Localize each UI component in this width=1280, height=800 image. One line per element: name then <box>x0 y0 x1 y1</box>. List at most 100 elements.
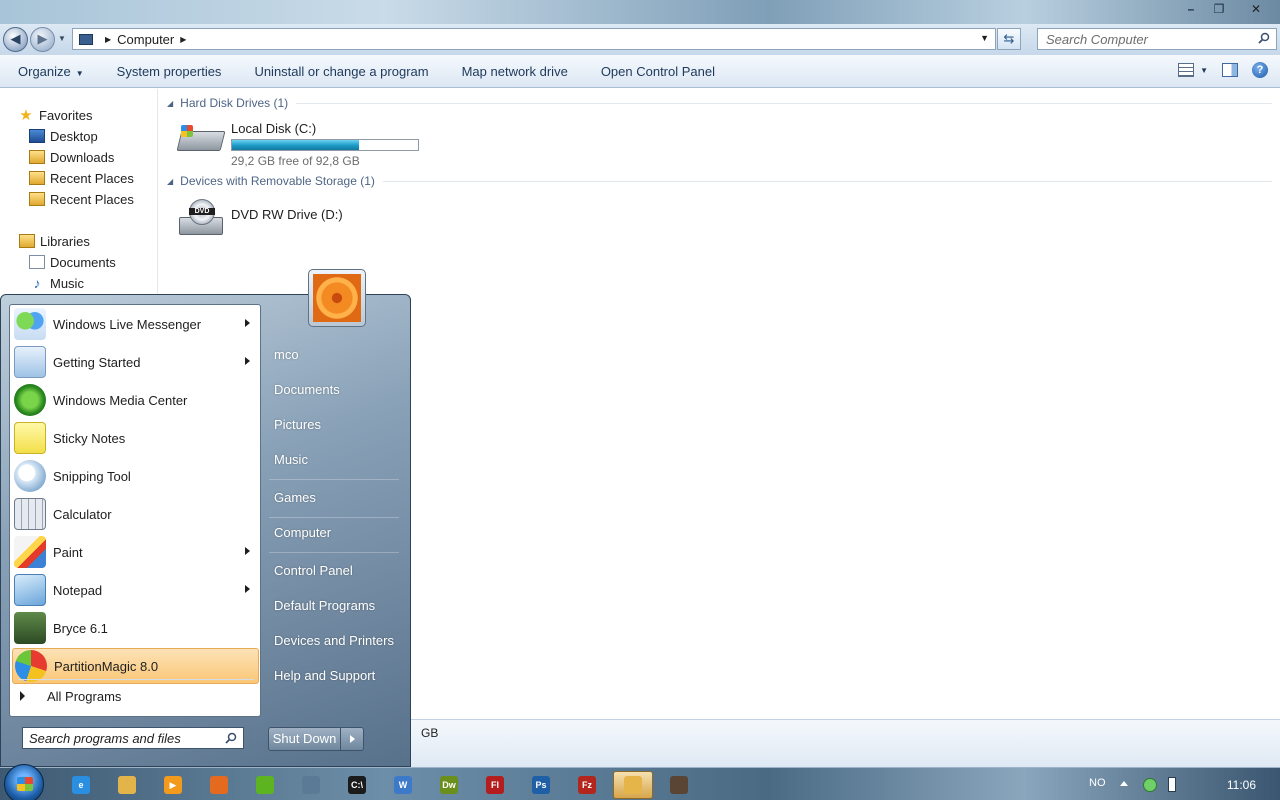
program-label: PartitionMagic 8.0 <box>54 658 159 674</box>
change-view-button[interactable]: ▼ <box>1178 63 1208 77</box>
taskbar-button-writer[interactable]: W <box>383 771 423 799</box>
taskbar-button-dreamweaver[interactable]: Dw <box>429 771 469 799</box>
battery-icon[interactable] <box>1168 777 1176 792</box>
nav-recent-places-2[interactable]: Recent Places <box>29 189 134 209</box>
shutdown-options-button[interactable] <box>341 728 363 750</box>
nav-recent-places-label: Recent Places <box>50 170 134 186</box>
taskbar-button-media-player[interactable]: ▶ <box>153 771 193 799</box>
address-dropdown-icon[interactable]: ▼ <box>980 33 989 43</box>
refresh-button[interactable]: ⇆ <box>997 28 1021 50</box>
network-status-icon[interactable] <box>1143 778 1157 792</box>
recent-places-icon <box>29 192 45 206</box>
program-notepad[interactable]: Notepad <box>12 572 259 608</box>
uninstall-program-button[interactable]: Uninstall or change a program <box>236 64 443 79</box>
breadcrumb-chevron-icon[interactable]: ▶ <box>180 35 186 44</box>
shutdown-button[interactable]: Shut Down <box>269 728 341 750</box>
all-programs-button[interactable]: All Programs <box>20 685 121 707</box>
drive-name: Local Disk (C:) <box>231 121 317 136</box>
start-link-computer[interactable]: Computer <box>274 523 331 543</box>
taskbar-button-cmd[interactable]: C:\ <box>337 771 377 799</box>
taskbar-button-computer-window[interactable] <box>613 771 653 799</box>
program-getting-started[interactable]: Getting Started <box>12 344 259 380</box>
maximize-button[interactable]: ❐ <box>1206 0 1232 18</box>
taskbar-button-firefox[interactable] <box>199 771 239 799</box>
collapse-triangle-icon[interactable]: ◢ <box>167 177 173 186</box>
group-removable-storage[interactable]: ◢ Devices with Removable Storage (1) <box>167 173 1272 189</box>
search-icon[interactable] <box>1258 32 1270 44</box>
start-link-pictures[interactable]: Pictures <box>274 415 321 435</box>
start-button[interactable] <box>4 764 44 800</box>
nav-documents[interactable]: Documents <box>29 252 116 272</box>
messenger-icon <box>14 308 46 340</box>
program-paint[interactable]: Paint <box>12 534 259 570</box>
spotify-icon <box>256 776 274 794</box>
open-control-panel-button[interactable]: Open Control Panel <box>583 64 730 79</box>
start-link-default-programs[interactable]: Default Programs <box>274 596 375 616</box>
partitionmagic-icon <box>15 650 47 682</box>
program-windows-live-messenger[interactable]: Windows Live Messenger <box>12 306 259 342</box>
breadcrumb-separator-icon[interactable]: ▶ <box>105 35 111 44</box>
start-search-input[interactable] <box>23 728 213 748</box>
nav-recent-places[interactable]: Recent Places <box>29 168 134 188</box>
program-sticky-notes[interactable]: Sticky Notes <box>12 420 259 456</box>
submenu-arrow-icon[interactable] <box>245 547 250 555</box>
show-hidden-icons-icon[interactable] <box>1120 781 1128 786</box>
breadcrumb-computer[interactable]: Computer <box>117 32 174 47</box>
search-box[interactable] <box>1037 28 1277 50</box>
nav-favorites[interactable]: ★ Favorites <box>18 105 92 125</box>
system-properties-button[interactable]: System properties <box>99 64 237 79</box>
program-label: Windows Live Messenger <box>53 316 202 332</box>
help-icon[interactable]: ? <box>1252 62 1268 78</box>
group-hard-disk-drives[interactable]: ◢ Hard Disk Drives (1) <box>167 95 1272 111</box>
taskbar-button-flash[interactable]: Fl <box>475 771 515 799</box>
taskbar-button-network[interactable] <box>291 771 331 799</box>
submenu-arrow-icon[interactable] <box>245 319 250 327</box>
taskbar-button-spotify[interactable] <box>245 771 285 799</box>
taskbar-button-filezilla[interactable]: Fz <box>567 771 607 799</box>
program-snipping-tool[interactable]: Snipping Tool <box>12 458 259 494</box>
minimize-button[interactable]: – <box>1178 0 1204 18</box>
start-link-help-support[interactable]: Help and Support <box>274 666 375 686</box>
search-input[interactable] <box>1038 29 1248 49</box>
nav-libraries[interactable]: Libraries <box>19 231 90 251</box>
program-calculator[interactable]: Calculator <box>12 496 259 532</box>
user-picture[interactable] <box>308 269 366 327</box>
group-label: Devices with Removable Storage (1) <box>180 174 375 188</box>
nav-music[interactable]: ♪ Music <box>29 273 84 293</box>
address-bar: ◀ ▶ ▼ ▶ Computer ▶ ▼ ⇆ <box>0 24 1280 55</box>
taskbar-button-photoshop[interactable]: Ps <box>521 771 561 799</box>
program-windows-media-center[interactable]: Windows Media Center <box>12 382 259 418</box>
drive-local-disk-c[interactable]: Local Disk (C:) 29,2 GB free of 92,8 GB <box>176 117 419 168</box>
start-link-music[interactable]: Music <box>274 450 308 470</box>
start-link-user[interactable]: mco <box>274 345 299 365</box>
submenu-arrow-icon[interactable] <box>245 585 250 593</box>
start-link-devices-printers[interactable]: Devices and Printers <box>274 631 394 651</box>
close-button[interactable]: ✕ <box>1234 0 1278 18</box>
refresh-icon: ⇆ <box>1003 31 1015 46</box>
collapse-triangle-icon[interactable]: ◢ <box>167 99 173 108</box>
forward-arrow-icon: ▶ <box>37 31 48 46</box>
recent-pages-dropdown[interactable]: ▼ <box>58 34 66 43</box>
search-icon[interactable] <box>225 732 237 744</box>
map-network-drive-button[interactable]: Map network drive <box>444 64 583 79</box>
taskbar-button-explorer[interactable] <box>107 771 147 799</box>
drive-dvd-rw-d[interactable]: DVD DVD RW Drive (D:) <box>177 197 343 237</box>
preview-pane-icon[interactable] <box>1222 63 1238 77</box>
photoshop-icon: Ps <box>532 776 550 794</box>
submenu-arrow-icon[interactable] <box>245 357 250 365</box>
start-link-games[interactable]: Games <box>274 488 316 508</box>
clock[interactable]: 11:06 <box>1227 778 1256 792</box>
program-bryce[interactable]: Bryce 6.1 <box>12 610 259 646</box>
nav-desktop[interactable]: Desktop <box>29 126 98 146</box>
nav-downloads[interactable]: Downloads <box>29 147 114 167</box>
start-search-box[interactable] <box>22 727 244 749</box>
forward-button[interactable]: ▶ <box>30 27 55 52</box>
organize-menu[interactable]: Organize ▼ <box>0 64 99 79</box>
start-link-control-panel[interactable]: Control Panel <box>274 561 353 581</box>
taskbar-button-internet-explorer[interactable]: e <box>61 771 101 799</box>
taskbar-button-misc-app[interactable] <box>659 771 699 799</box>
language-indicator[interactable]: NO <box>1089 777 1106 789</box>
start-link-documents[interactable]: Documents <box>274 380 340 400</box>
address-field[interactable]: ▶ Computer ▶ ▼ <box>72 28 996 50</box>
back-button[interactable]: ◀ <box>3 27 28 52</box>
